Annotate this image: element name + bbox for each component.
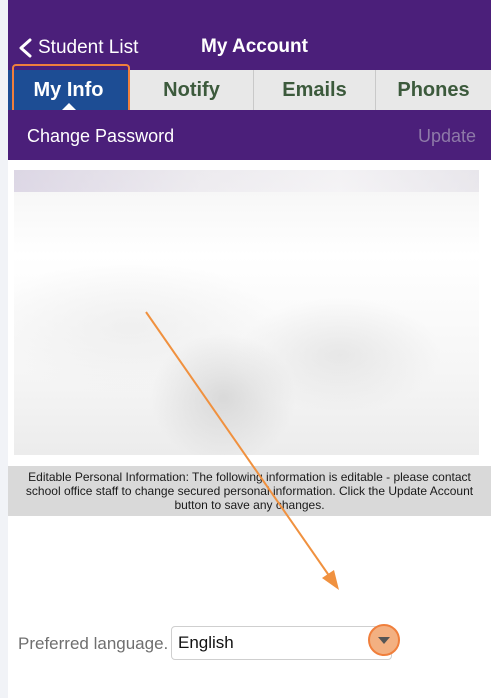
language-dropdown-button[interactable]: [368, 624, 400, 656]
left-gutter: [0, 0, 8, 698]
tab-my-info[interactable]: My Info: [8, 70, 130, 111]
tab-notify-label: Notify: [163, 78, 220, 101]
back-button[interactable]: Student List: [18, 36, 138, 60]
preferred-language-label: Preferred language.: [18, 634, 169, 653]
editable-info-notice: Editable Personal Information: The follo…: [8, 466, 491, 516]
back-button-label: Student List: [38, 37, 139, 58]
app-header: Student List My Account: [8, 0, 491, 70]
update-button[interactable]: Update: [418, 126, 476, 147]
tab-my-info-label: My Info: [33, 78, 104, 101]
tab-bar: My Info Notify Emails Phones: [8, 70, 491, 111]
tab-phones[interactable]: Phones: [376, 70, 491, 110]
chevron-left-icon: [19, 38, 32, 58]
tab-phones-label: Phones: [397, 78, 470, 101]
tab-notify[interactable]: Notify: [130, 70, 254, 110]
action-subbar: Change Password Update: [8, 110, 491, 160]
preferred-language-value: English: [178, 633, 234, 652]
blurred-personal-info: [14, 170, 479, 455]
chevron-down-icon: [378, 636, 390, 644]
tab-emails-label: Emails: [282, 78, 347, 101]
page-title: My Account: [201, 36, 308, 57]
change-password-link[interactable]: Change Password: [27, 126, 174, 147]
preferred-language-select[interactable]: English: [171, 626, 392, 660]
my-account-screen: Student List My Account My Info Notify E…: [0, 0, 491, 698]
tab-emails[interactable]: Emails: [254, 70, 376, 110]
